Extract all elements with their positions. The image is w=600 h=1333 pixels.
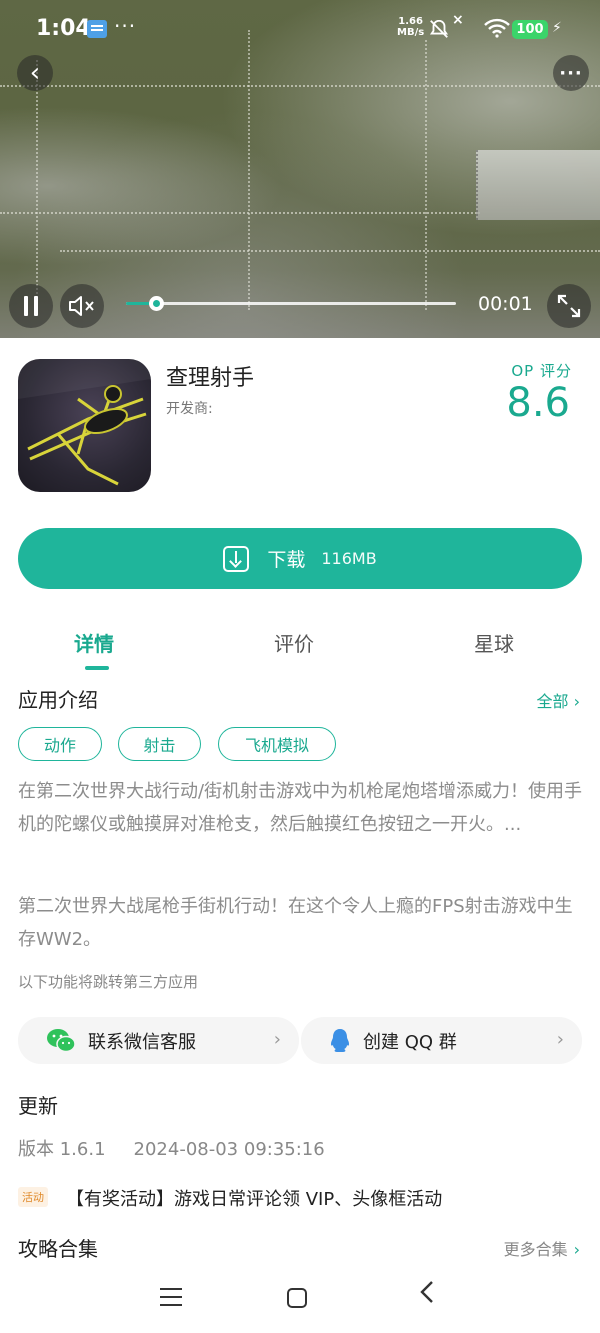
tab-reviews[interactable]: 评价 [274,628,314,657]
download-button[interactable]: 下载 116MB [18,528,582,589]
system-back-button[interactable] [417,1278,437,1313]
third-party-note: 以下功能将跳转第三方应用 [18,973,199,991]
activity-link[interactable]: 【有奖活动】游戏日常评论领 VIP、头像框活动 [66,1185,442,1211]
panel-rivet-line [0,212,480,214]
system-nav-bar [0,1270,600,1333]
update-info: 版本 1.6.1 2024-08-03 09:35:16 [18,1135,325,1161]
speaker-muted-icon [69,296,94,316]
intro-description: 在第二次世界大战行动/街机射击游戏中为机枪尾炮塔增添威力！使用手机的陀螺仪或触摸… [18,781,583,835]
more-icon: ··· [559,62,583,84]
chevron-left-icon: ‹ [29,58,41,88]
wechat-support-label: 联系微信客服 [88,1031,196,1053]
video-progress-bar[interactable] [126,296,456,311]
tab-active-indicator [85,666,109,670]
download-label: 下载 [267,549,306,571]
more-guides-label: 更多合集 [503,1240,568,1259]
intro-description-secondary: 第二次世界大战尾枪手街机行动！在这个令人上瘾的FPS射击游戏中生存WW2。 [18,896,573,950]
download-icon [223,545,250,572]
wechat-support-button[interactable]: 联系微信客服 › [18,1017,299,1064]
activity-badge: 活动 [18,1187,48,1207]
wechat-icon [47,1028,76,1052]
tag-shooting[interactable]: 射击 [118,727,201,761]
rating-label: OP 评分 [511,362,572,380]
video-progress-handle[interactable] [148,296,164,311]
tag-flight-sim[interactable]: 飞机模拟 [218,727,336,761]
tab-details[interactable]: 详情 [74,628,114,657]
chevron-left-icon [420,1281,433,1303]
see-all-link[interactable]: 全部 › [537,688,581,712]
chevron-right-icon: › [573,1240,580,1259]
more-notifications-icon: ··· [114,14,137,38]
create-qq-group-button[interactable]: 创建 QQ 群 › [301,1017,582,1064]
bell-muted-icon [429,19,449,38]
update-title: 更新 [18,1094,58,1118]
metal-plate [476,150,600,220]
fullscreen-button[interactable] [547,284,591,328]
app-name: 查理射手 [166,366,255,391]
chevron-right-icon: › [273,1029,281,1050]
fullscreen-icon [557,294,581,318]
back-button[interactable]: ‹ [17,55,53,91]
video-player[interactable]: 1:04 ··· 1.66 MB/s × 100 ⚡ ‹ ··· 00:01 [0,0,600,338]
recent-apps-button[interactable] [160,1288,182,1306]
developer-label: 开发商: [166,401,213,417]
status-bar: 1:04 ··· 1.66 MB/s × 100 ⚡ [0,0,600,56]
pause-icon-bar [34,296,38,316]
version-number: 版本 1.6.1 [18,1139,106,1160]
create-qq-group-label: 创建 QQ 群 [363,1031,457,1053]
qq-icon [331,1028,349,1052]
network-speed-value: 1.66 [398,16,423,27]
status-time: 1:04 [36,16,91,41]
more-options-button[interactable]: ··· [553,55,589,91]
panel-rivet-line [60,250,600,252]
update-date: 2024-08-03 09:35:16 [133,1139,325,1160]
fighter-plane-artwork [18,359,151,486]
home-button[interactable] [287,1288,307,1308]
panel-rivet-line [0,85,600,87]
network-speed: 1.66 MB/s [397,16,424,38]
message-notification-icon [87,20,107,38]
tab-planet[interactable]: 星球 [474,628,514,657]
close-icon: × [452,12,464,28]
battery-indicator: 100 [512,20,548,39]
intro-title: 应用介绍 [18,688,98,712]
guides-title: 攻略合集 [18,1237,98,1261]
panel-rivet-line [425,40,427,310]
mute-button[interactable] [60,284,104,328]
charging-icon: ⚡ [552,20,562,36]
app-icon [18,359,151,492]
video-elapsed-time: 00:01 [478,293,533,315]
panel-rivet-line [248,30,250,310]
panel-rivet-line [36,60,38,310]
download-size: 116MB [321,549,377,568]
pause-button[interactable] [9,284,53,328]
rating-score: 8.6 [506,380,570,426]
network-speed-unit: MB/s [397,27,425,38]
chevron-right-icon: › [556,1029,564,1050]
tag-action[interactable]: 动作 [18,727,102,761]
pause-icon-bar [24,296,28,316]
more-guides-link[interactable]: 更多合集 › [504,1236,580,1260]
wifi-icon [484,18,510,38]
